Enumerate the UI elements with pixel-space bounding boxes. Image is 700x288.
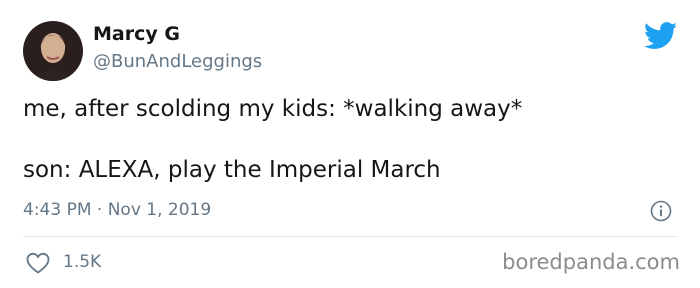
tweet-text-line-1: me, after scolding my kids: *walking awa… [23,96,523,122]
divider [23,236,678,237]
info-icon[interactable] [650,200,672,222]
author-name[interactable]: Marcy G [93,23,180,45]
twitter-bird-icon[interactable] [644,22,678,50]
heart-icon[interactable] [26,252,50,274]
like-count: 1.5K [63,252,102,272]
author-handle[interactable]: @BunAndLeggings [93,51,262,72]
avatar[interactable] [23,21,83,81]
tweet-text-line-2: son: ALEXA, play the Imperial March [23,157,441,183]
watermark: boredpanda.com [502,250,680,274]
tweet-timestamp[interactable]: 4:43 PM · Nov 1, 2019 [23,200,211,220]
